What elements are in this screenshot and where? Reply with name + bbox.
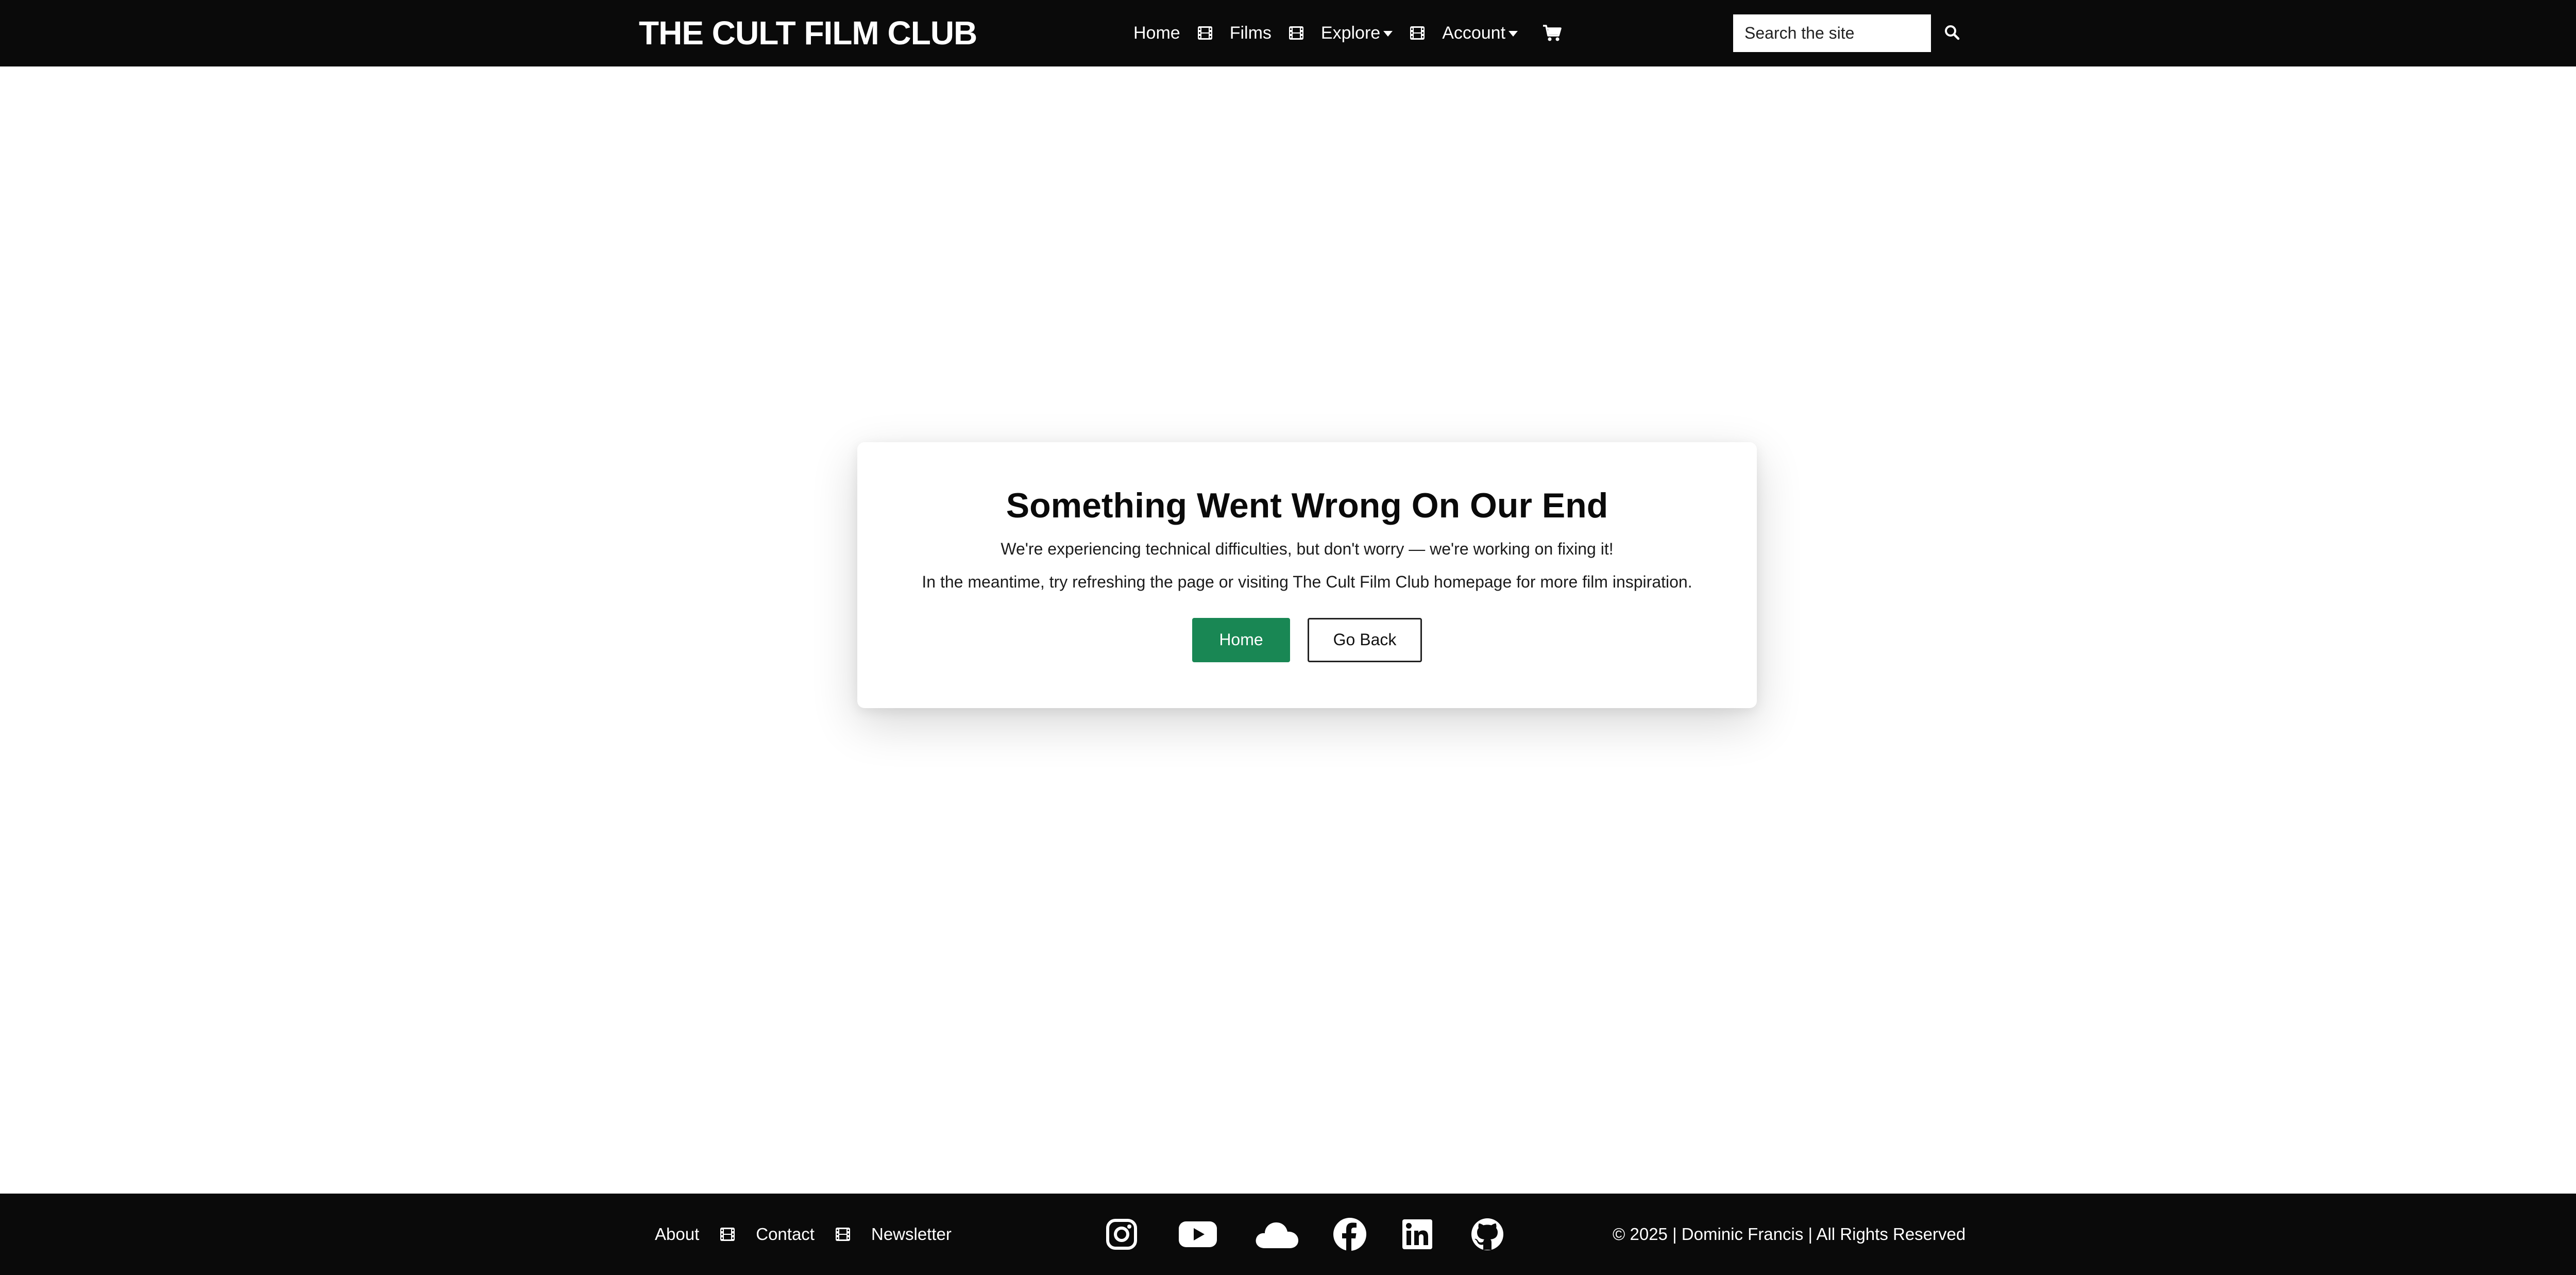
- caret-down-icon: [1509, 31, 1518, 37]
- error-message-2: In the meantime, try refreshing the page…: [922, 572, 1692, 591]
- film-icon: [1410, 26, 1425, 40]
- site-footer: About Contact Newsletter © 2025 | Domini…: [0, 1194, 2576, 1275]
- search-form: [1733, 14, 1973, 52]
- github-icon[interactable]: [1471, 1218, 1504, 1251]
- error-actions: Home Go Back: [857, 617, 1757, 662]
- youtube-icon[interactable]: [1178, 1220, 1217, 1249]
- caret-down-icon: [1383, 31, 1393, 37]
- footer-about-link[interactable]: About: [655, 1224, 699, 1244]
- social-links: [1105, 1194, 1504, 1275]
- home-button[interactable]: Home: [1192, 617, 1290, 662]
- footer-contact-link[interactable]: Contact: [756, 1224, 815, 1244]
- facebook-icon[interactable]: [1333, 1217, 1367, 1251]
- film-icon: [1289, 26, 1304, 40]
- search-button[interactable]: [1931, 14, 1973, 52]
- film-icon: [1197, 26, 1213, 40]
- nav-films-label: Films: [1229, 23, 1272, 43]
- footer-newsletter-link[interactable]: Newsletter: [871, 1224, 952, 1244]
- footer-nav: About Contact Newsletter: [655, 1194, 952, 1275]
- search-icon: [1944, 24, 1960, 42]
- top-navbar: THE CULT FILM CLUB Home Films Explore Ac…: [0, 0, 2576, 66]
- nav-explore-dropdown[interactable]: Explore: [1321, 23, 1393, 43]
- nav-account-label: Account: [1442, 23, 1506, 43]
- film-icon: [720, 1227, 735, 1242]
- linkedin-icon[interactable]: [1402, 1219, 1433, 1250]
- cloud-icon[interactable]: [1255, 1219, 1299, 1249]
- main-nav: Home Films Explore Account: [1133, 12, 1562, 54]
- go-back-button[interactable]: Go Back: [1308, 617, 1422, 662]
- nav-home-label: Home: [1133, 23, 1180, 43]
- nav-films-link[interactable]: Films: [1230, 23, 1272, 43]
- nav-explore-label: Explore: [1320, 23, 1381, 43]
- search-input[interactable]: [1733, 14, 1931, 52]
- brand-logo-link[interactable]: THE CULT FILM CLUB: [639, 12, 977, 54]
- error-card: Something Went Wrong On Our End We're ex…: [857, 442, 1757, 708]
- error-title: Something Went Wrong On Our End: [1006, 486, 1608, 525]
- nav-home-link[interactable]: Home: [1133, 23, 1180, 43]
- cart-icon[interactable]: [1543, 24, 1562, 42]
- film-icon: [835, 1227, 851, 1242]
- instagram-icon[interactable]: [1105, 1218, 1138, 1251]
- copyright-text: © 2025 | Dominic Francis | All Rights Re…: [1613, 1224, 1966, 1244]
- nav-account-dropdown[interactable]: Account: [1442, 23, 1518, 43]
- error-message-1: We're experiencing technical difficultie…: [1001, 539, 1614, 558]
